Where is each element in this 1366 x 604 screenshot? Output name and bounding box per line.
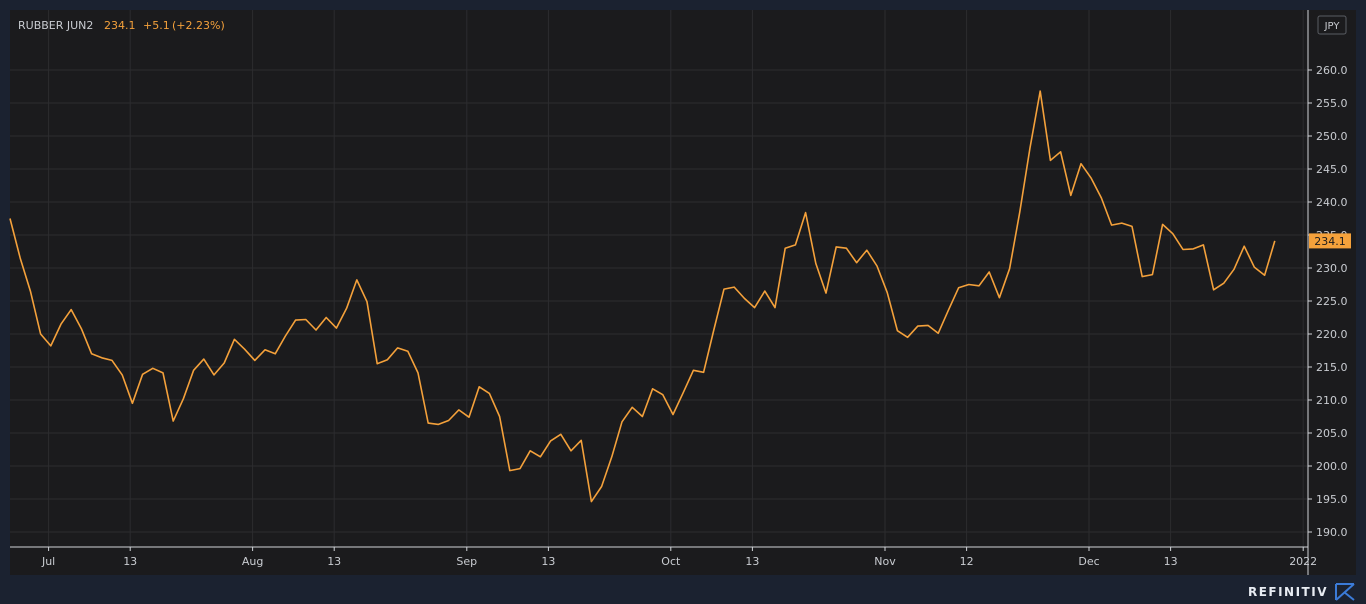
y-tick-label: 220.0 (1316, 328, 1348, 341)
x-tick-label: 12 (960, 555, 974, 568)
y-tick-label: 210.0 (1316, 394, 1348, 407)
y-tick-label: 225.0 (1316, 295, 1348, 308)
x-tick-label: 13 (123, 555, 137, 568)
x-tick-label: Oct (661, 555, 681, 568)
y-tick-label: 215.0 (1316, 361, 1348, 374)
x-tick-label: Jul (41, 555, 55, 568)
y-tick-label: 255.0 (1316, 97, 1348, 110)
x-tick-label: 13 (327, 555, 341, 568)
chart-header: RUBBER JUN2 234.1 +5.1 (+2.23%) (18, 19, 225, 32)
y-tick-label: 190.0 (1316, 526, 1348, 539)
price-change: +5.1 (143, 19, 170, 32)
y-tick-labels: 190.0 195.0 200.0 205.0 210.0 215.0 220.0 225.0… (1316, 64, 1348, 539)
x-tick-label: 13 (541, 555, 555, 568)
x-axis-panel-background (10, 547, 1308, 575)
x-tick-label: Sep (456, 555, 477, 568)
refinitiv-logo: REFINITIV (1248, 583, 1356, 601)
brand-name: REFINITIV (1247, 585, 1328, 599)
currency-badge[interactable]: JPY (1317, 15, 1347, 35)
chart-frame: 190.0 195.0 200.0 205.0 210.0 215.0 220.0 225.0… (0, 0, 1366, 604)
y-tick-label: 240.0 (1316, 196, 1348, 209)
last-price-label: 234.1 (1314, 235, 1346, 248)
y-tick-label: 200.0 (1316, 460, 1348, 473)
currency-badge-label: JPY (1324, 21, 1341, 32)
last-price-marker: 234.1 (1309, 233, 1351, 249)
y-tick-label: 195.0 (1316, 493, 1348, 506)
last-price-value: 234.1 (104, 19, 136, 32)
refinitiv-mark-icon (1335, 583, 1355, 601)
x-tick-label: 2022 (1289, 555, 1317, 568)
x-tick-label: Nov (874, 555, 896, 568)
x-tick-label: Aug (242, 555, 263, 568)
x-tick-label: 13 (1164, 555, 1178, 568)
instrument-name: RUBBER JUN2 (18, 19, 93, 32)
y-tick-label: 230.0 (1316, 262, 1348, 275)
x-tick-label: Dec (1078, 555, 1099, 568)
y-tick-label: 245.0 (1316, 163, 1348, 176)
x-tick-label: 13 (745, 555, 759, 568)
y-tick-label: 250.0 (1316, 130, 1348, 143)
price-change-percent: (+2.23%) (172, 19, 225, 32)
axis-panel-background (1308, 10, 1356, 575)
y-tick-label: 205.0 (1316, 427, 1348, 440)
price-chart: 190.0 195.0 200.0 205.0 210.0 215.0 220.0 225.0… (9, 10, 1356, 575)
y-tick-label: 260.0 (1316, 64, 1348, 77)
